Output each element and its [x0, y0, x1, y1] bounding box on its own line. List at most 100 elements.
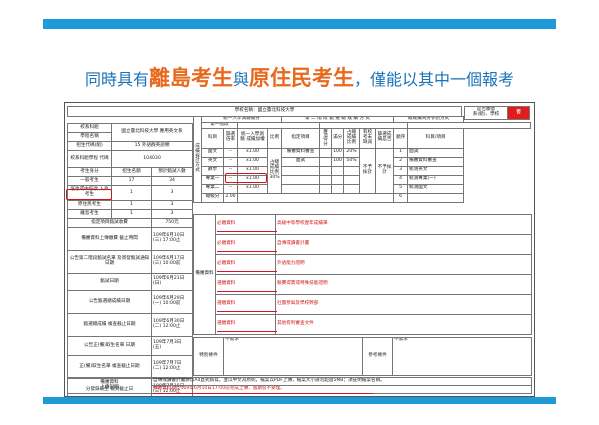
col-full: 滿分 — [331, 127, 345, 149]
score-subject: 國文 — [201, 147, 224, 158]
compare-order: 6 — [393, 192, 409, 203]
doc-left-table: 校系科組 國立臺北科技大學 應用英文系 學程名稱 招生代碼(組) 15 外語群英語類… — [67, 123, 193, 396]
quota-header: 預計甄試人數 — [151, 167, 193, 177]
quota-header: 招生名額 — [111, 167, 152, 177]
score-subject: 數學 — [201, 165, 224, 176]
compare-order: 1 — [393, 147, 409, 158]
compare-order: 2 — [393, 156, 409, 167]
date-label: 公告甄選總成績日期 — [67, 290, 152, 314]
score-rate: -- — [223, 183, 238, 194]
compare-order: 3 — [393, 165, 409, 176]
fee-label: 指定項目甄試收費 — [67, 218, 152, 228]
no-test: 不予採計 — [375, 147, 395, 194]
top-accent-bar — [43, 19, 556, 29]
quota-label-offshore: 離島考生 — [67, 209, 112, 219]
left-value: 國立臺北科技大學 應用英文系 — [111, 123, 193, 142]
total-rate: 2.00 — [223, 192, 238, 203]
special-value: 不需求 — [223, 337, 363, 376]
review-pct: 20% — [343, 147, 361, 158]
score-weight: x1.00 — [237, 156, 268, 167]
date-label: 公告正(備)取生名單 日期 — [67, 336, 152, 356]
col-order: 順序 — [393, 127, 409, 149]
no-test: 不予採計 — [359, 147, 377, 194]
headline-part1: 同時具有 — [84, 70, 149, 89]
left-value: 104030 — [111, 150, 193, 168]
quota-value: 34 — [151, 176, 193, 186]
date-label: 甄試日期 — [67, 273, 152, 291]
admission-table-image: 學校名稱：國立臺北科技大學 是否願意 系(組)、學校 否 校系科組 國立臺北科技大學… — [64, 102, 535, 397]
compare-order: 4 — [393, 174, 409, 185]
quota-label: 一般考生 — [67, 176, 112, 186]
notes-value: 不需求 — [392, 337, 532, 376]
date-value: 109年7月3日 (五) — [151, 336, 193, 356]
date-label: 甄選總成績 複查截止日期 — [67, 313, 152, 337]
score-subject: 英文 — [201, 156, 224, 167]
review-full: 100 — [331, 147, 345, 158]
footer-label: 備審資料 上傳說明 — [67, 377, 152, 394]
date-value: 109年6月10日 (三) 17:00止 — [151, 227, 193, 251]
col-pct: 占總成績比例 — [343, 127, 361, 149]
col-rate: 篩選倍率 — [223, 127, 238, 149]
compare-item: 備審資料審查 — [407, 156, 465, 167]
quota-label: 原住民考生 — [67, 200, 112, 210]
quota-value: 1 — [111, 185, 152, 201]
docs-text: 外語能力證明 — [275, 254, 532, 275]
highlight-math-circle — [225, 173, 267, 183]
highlight-underline — [217, 271, 277, 272]
headline-offshore: 離島考生 — [148, 66, 233, 90]
score-ratio: 占總成績比例 30% — [266, 147, 283, 194]
footer-text: 自傳或讀書計畫請以A4直式撰寫，並以中文為原則，檔案以PDF上傳，檔案大小請勿超… — [151, 377, 532, 386]
doc-documents-table: 備審資料 必繳資料 高級中等學校歷年成績單 必繳資料 自傳或讀書計畫 必繳資料 … — [193, 214, 532, 335]
score-subject: 專業一 — [201, 174, 224, 185]
bottom-accent-bar — [43, 397, 556, 404]
highlight-underline — [217, 331, 277, 332]
interview-full: 100 — [331, 156, 345, 167]
date-value: 109年6月30日 (二) 12:00止 — [151, 313, 193, 337]
notes-label: 參考條件 — [362, 337, 393, 376]
score-side-label: 成績採計方式 — [193, 116, 202, 203]
score-subject: 專業二 — [201, 183, 224, 194]
score-weight: x1.00 — [237, 183, 268, 194]
date-label: 備審資料上傳繳費 截止時間 — [67, 227, 152, 251]
highlight-underline — [217, 231, 277, 232]
docs-text: 其他有利審查文件 — [275, 314, 532, 335]
highlight-underline — [217, 311, 277, 312]
docs-text: 高級中等學校歷年成績單 — [275, 214, 532, 235]
quota-value: 17 — [111, 176, 152, 186]
doc-title: 學校名稱：國立臺北科技大學 — [67, 106, 462, 117]
item-interview: 面試 — [281, 156, 321, 167]
slide-headline: 同時具有離島考生與原住民考生，僅能以其中一個報考 — [0, 62, 599, 92]
date-label: 公告第二階段甄試名單 及寄發甄試通知日期 — [67, 250, 152, 274]
date-value: 109年6月17日 (三) 10:00前 — [151, 250, 193, 274]
col-min: 最低得分 — [319, 127, 333, 149]
highlight-underline-footer — [153, 393, 373, 394]
docs-text: 社團參與及學校幹部 — [275, 294, 532, 315]
score-weight: x1.00 — [237, 147, 268, 158]
docs-text: 自傳或讀書計畫 — [275, 234, 532, 255]
special-label: 特別條件 — [193, 337, 224, 376]
score-rate: -- — [223, 156, 238, 167]
headline-part5: ，僅能以其中一個報考 — [354, 70, 515, 89]
headline-indigenous: 原住民考生 — [249, 66, 354, 90]
docs-group-label: 備審資料 — [193, 214, 216, 335]
col-fail: 有校考未缺減 — [359, 127, 377, 149]
col-compare: 科目/項目 — [407, 127, 465, 149]
quota-value: 3 — [151, 200, 193, 210]
quota-value: 1 — [111, 200, 152, 210]
col-pass: 篩選成績是否 — [375, 127, 395, 149]
col-subject: 科目 — [201, 127, 224, 149]
compare-item: 統測國文 — [407, 183, 465, 194]
col-weight: 統一入學測驗 成績加權 — [237, 127, 268, 149]
compare-item: 面試 — [407, 147, 465, 158]
doc-scoring-table: 成績採計方式 統一入學測驗總分 第 二 階 段 甄 選 總 成 績 方 式 總成… — [193, 116, 531, 203]
left-value: 15 外語群英語類 — [111, 141, 193, 151]
date-label: 正(備)取生名單 複查截止日期 — [67, 355, 152, 379]
left-label: 校系科組學程 代碼 — [67, 150, 112, 168]
compare-item: 統測專業(一) — [407, 174, 465, 185]
highlight-underline — [217, 291, 277, 292]
doc-conditions-table: 特別條件 不需求 參考條件 不需求 — [193, 337, 532, 376]
fee-value: 750元 — [151, 218, 193, 228]
interview-pct: 50% — [343, 156, 361, 167]
quota-header: 考生身分 — [67, 167, 112, 177]
headline-part3: 與 — [232, 70, 249, 89]
